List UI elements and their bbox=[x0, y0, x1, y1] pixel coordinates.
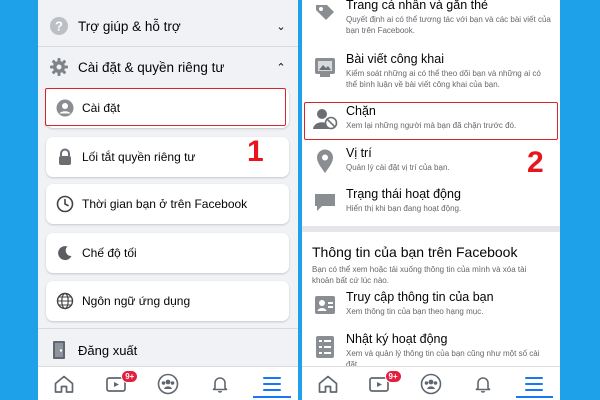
your-info-section-title: Thông tin của bạn trên Facebook bbox=[312, 244, 518, 260]
speech-bubble-icon bbox=[312, 189, 338, 215]
notification-badge: 9+ bbox=[121, 370, 139, 383]
hamburger-menu-icon bbox=[263, 376, 281, 391]
tab-groups[interactable] bbox=[142, 367, 194, 400]
public-posts-desc: Kiểm soát những ai có thể theo dõi bạn v… bbox=[346, 69, 541, 89]
left-phone-screen: ? Trợ giúp & hỗ trợ ⌄ Cài đặt & quyền ri… bbox=[38, 0, 298, 400]
tab-notifications[interactable] bbox=[457, 367, 509, 400]
privacy-shortcuts-label: Lối tắt quyền riêng tư bbox=[82, 150, 196, 164]
groups-icon bbox=[420, 373, 442, 394]
moon-icon bbox=[55, 243, 75, 263]
home-icon bbox=[54, 375, 74, 393]
profile-card-icon bbox=[312, 292, 338, 318]
tab-notifications[interactable] bbox=[194, 367, 246, 400]
step-number-2: 2 bbox=[527, 146, 544, 179]
dark-mode-label: Chế độ tối bbox=[82, 246, 137, 260]
access-your-info-title: Truy cập thông tin của bạn bbox=[346, 290, 494, 304]
gear-icon bbox=[48, 56, 70, 78]
settings-privacy-row[interactable]: Cài đặt & quyền riêng tư ⌃ bbox=[38, 47, 298, 87]
tab-home[interactable] bbox=[38, 367, 90, 400]
chevron-up-icon: ⌃ bbox=[276, 61, 286, 74]
step-number-1: 1 bbox=[247, 135, 264, 168]
blocking-highlight-box bbox=[304, 102, 558, 140]
home-icon bbox=[318, 375, 338, 393]
time-on-facebook-card[interactable]: Thời gian bạn ở trên Facebook bbox=[46, 184, 289, 224]
notification-badge: 9+ bbox=[384, 370, 402, 383]
active-status-desc: Hiển thị khi bạn đang hoạt động. bbox=[346, 204, 462, 213]
location-item[interactable]: Vị trí Quản lý cài đặt vị trí của bạn. bbox=[302, 146, 560, 174]
location-title: Vị trí bbox=[346, 146, 372, 160]
public-post-icon bbox=[312, 54, 338, 80]
help-support-label: Trợ giúp & hỗ trợ bbox=[78, 18, 181, 34]
right-phone-screen: Trang cá nhân và gắn thẻ Quyết định ai c… bbox=[302, 0, 560, 400]
tab-menu[interactable] bbox=[246, 367, 298, 400]
help-support-row[interactable]: ? Trợ giúp & hỗ trợ ⌄ bbox=[38, 6, 298, 46]
tab-home[interactable] bbox=[302, 367, 354, 400]
section-separator bbox=[302, 226, 560, 232]
tab-menu[interactable] bbox=[508, 367, 560, 400]
active-status-title: Trạng thái hoạt động bbox=[346, 187, 461, 201]
question-icon: ? bbox=[48, 15, 70, 37]
profile-tag-icon bbox=[312, 0, 338, 26]
bottom-tab-bar: 9+ bbox=[302, 366, 560, 400]
app-language-card[interactable]: Ngôn ngữ ứng dụng bbox=[46, 281, 289, 321]
logout-row[interactable]: Đăng xuất bbox=[38, 330, 298, 370]
profile-tagging-item[interactable]: Trang cá nhân và gắn thẻ Quyết định ai c… bbox=[302, 0, 560, 36]
profile-tagging-title: Trang cá nhân và gắn thẻ bbox=[346, 0, 488, 12]
clock-icon bbox=[55, 194, 75, 214]
your-info-section-desc: Bạn có thể xem hoặc tải xuống thông tin … bbox=[312, 265, 527, 285]
settings-privacy-label: Cài đặt & quyền riêng tư bbox=[78, 59, 225, 75]
activity-log-item[interactable]: Nhật ký hoạt động Xem và quản lý thông t… bbox=[302, 332, 560, 370]
public-posts-item[interactable]: Bài viết công khai Kiểm soát những ai có… bbox=[302, 52, 560, 90]
location-pin-icon bbox=[312, 148, 338, 174]
bottom-tab-bar: 9+ bbox=[38, 366, 298, 400]
activity-log-title: Nhật ký hoạt động bbox=[346, 332, 448, 346]
time-on-facebook-label: Thời gian bạn ở trên Facebook bbox=[82, 197, 248, 211]
divider bbox=[38, 328, 298, 329]
groups-icon bbox=[157, 373, 179, 394]
tab-watch[interactable]: 9+ bbox=[354, 367, 406, 400]
globe-icon bbox=[55, 291, 75, 311]
activity-list-icon bbox=[312, 334, 338, 360]
chevron-down-icon: ⌄ bbox=[276, 20, 286, 33]
bell-icon bbox=[475, 376, 490, 393]
hamburger-menu-icon bbox=[525, 376, 544, 391]
logout-label: Đăng xuất bbox=[78, 342, 138, 358]
public-posts-title: Bài viết công khai bbox=[346, 52, 444, 66]
dark-mode-card[interactable]: Chế độ tối bbox=[46, 233, 289, 273]
settings-highlight-box bbox=[45, 88, 286, 126]
svg-text:?: ? bbox=[55, 19, 63, 34]
access-your-info-desc: Xem thông tin của bạn theo hạng mục. bbox=[346, 307, 484, 316]
access-your-info-item[interactable]: Truy cập thông tin của bạn Xem thông tin… bbox=[302, 290, 560, 318]
lock-icon bbox=[55, 147, 75, 167]
active-status-item[interactable]: Trạng thái hoạt động Hiển thị khi bạn đa… bbox=[302, 187, 560, 215]
app-language-label: Ngôn ngữ ứng dụng bbox=[82, 294, 191, 308]
tab-groups[interactable] bbox=[405, 367, 457, 400]
profile-tagging-desc: Quyết định ai có thể tương tác với bạn v… bbox=[346, 15, 551, 35]
bell-icon bbox=[212, 376, 228, 393]
door-icon bbox=[48, 339, 70, 361]
tab-watch[interactable]: 9+ bbox=[90, 367, 142, 400]
location-desc: Quản lý cài đặt vị trí của bạn. bbox=[346, 163, 450, 172]
